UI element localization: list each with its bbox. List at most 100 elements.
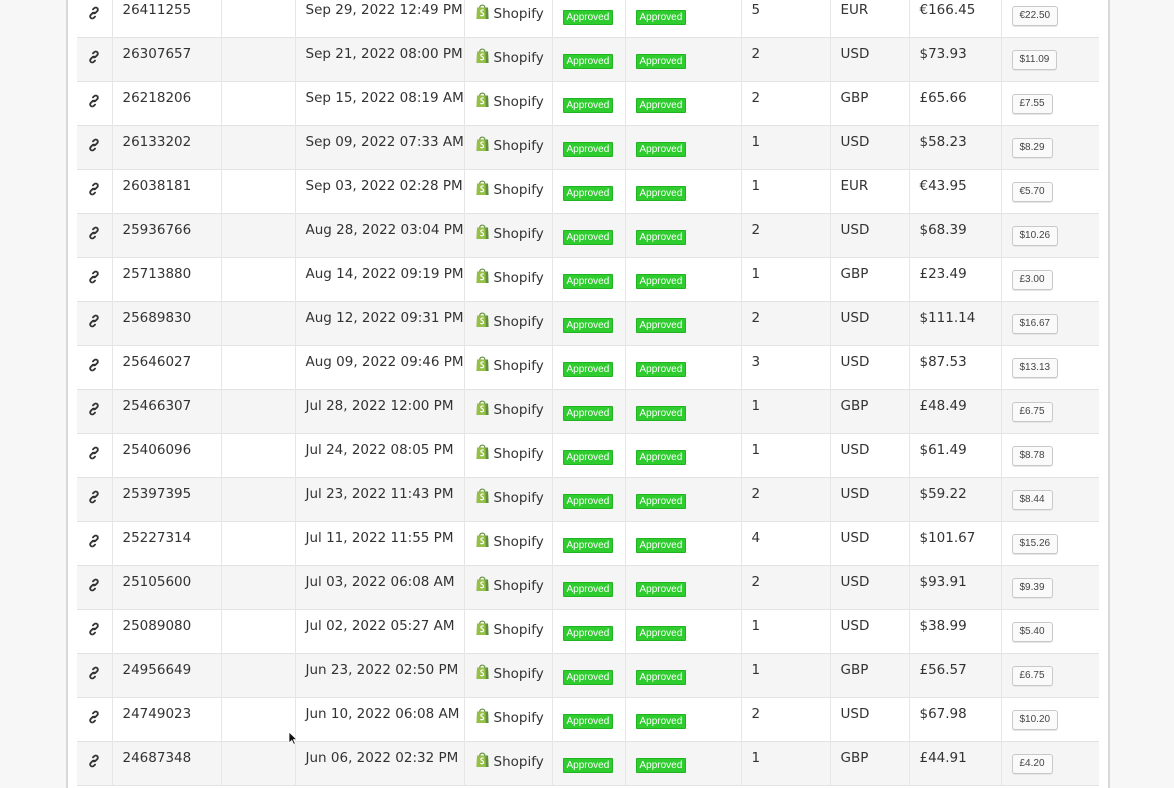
table-row[interactable]: 25689830 Aug 12, 2022 09:31 PM Shopify Appr…	[77, 301, 1099, 346]
shopify-bag-icon	[475, 487, 490, 509]
fee-button[interactable]: £4.20	[1011, 754, 1053, 774]
shopify-bag-icon	[475, 91, 490, 113]
status-badge: Approved	[635, 493, 687, 509]
table-row[interactable]: 24687348 Jun 06, 2022 02:32 PM Shopify Appr…	[77, 741, 1099, 786]
table-row[interactable]: 25466307 Jul 28, 2022 12:00 PM Shopify Appr…	[77, 389, 1099, 434]
status-badge: Approved	[562, 537, 614, 553]
link-icon[interactable]	[87, 270, 101, 284]
platform: Shopify	[475, 443, 544, 465]
table-row[interactable]: 25646027 Aug 09, 2022 09:46 PM Shopify Appr…	[77, 345, 1099, 390]
fee-button[interactable]: $9.39	[1011, 578, 1053, 598]
fee-button[interactable]: €22.50	[1011, 6, 1059, 26]
fee-button[interactable]: $8.29	[1011, 138, 1053, 158]
status-badge: Approved	[635, 713, 687, 729]
table-row[interactable]: 26411255 Sep 29, 2022 12:49 PM Shopify Appr…	[77, 0, 1099, 38]
currency-code: GBP	[840, 749, 869, 766]
table-row[interactable]: 26133202 Sep 09, 2022 07:33 AM Shopify Appr…	[77, 125, 1099, 170]
fee-button[interactable]: $10.20	[1011, 710, 1059, 730]
status-badge: Approved	[562, 757, 614, 773]
link-icon[interactable]	[87, 710, 101, 724]
order-total: $87.53	[919, 353, 967, 370]
link-icon[interactable]	[87, 182, 101, 196]
table-row[interactable]: 25406096 Jul 24, 2022 08:05 PM Shopify Appr…	[77, 433, 1099, 478]
status-badge: Approved	[635, 449, 687, 465]
table-row[interactable]: 25089080 Jul 02, 2022 05:27 AM Shopify Appr…	[77, 609, 1099, 654]
fee-button[interactable]: $16.67	[1011, 314, 1059, 334]
currency-code: USD	[840, 133, 870, 150]
order-id: 25397395	[122, 485, 192, 502]
link-icon[interactable]	[87, 138, 101, 152]
fee-button[interactable]: $13.13	[1011, 358, 1059, 378]
empty-cell	[221, 609, 296, 654]
platform-label: Shopify	[493, 445, 544, 462]
link-icon[interactable]	[87, 534, 101, 548]
table-row[interactable]: 24749023 Jun 10, 2022 06:08 AM Shopify Appr…	[77, 697, 1099, 742]
shopify-bag-icon	[475, 47, 490, 69]
platform: Shopify	[475, 531, 544, 553]
table-row[interactable]: 26218206 Sep 15, 2022 08:19 AM Shopify Appr…	[77, 81, 1099, 126]
fee-button[interactable]: $8.44	[1011, 490, 1053, 510]
table-row[interactable]: 25105600 Jul 03, 2022 06:08 AM Shopify Appr…	[77, 565, 1099, 610]
platform: Shopify	[475, 135, 544, 157]
status-badge: Approved	[635, 53, 687, 69]
link-icon[interactable]	[87, 94, 101, 108]
status-badge: Approved	[635, 229, 687, 245]
status-badge: Approved	[562, 669, 614, 685]
fee-button[interactable]: $10.26	[1011, 226, 1059, 246]
fee-button[interactable]: £6.75	[1011, 666, 1053, 686]
link-icon[interactable]	[87, 402, 101, 416]
status-badge: Approved	[635, 361, 687, 377]
shopify-bag-icon	[475, 223, 490, 245]
table-row[interactable]: 26038181 Sep 03, 2022 02:28 PM Shopify Appr…	[77, 169, 1099, 214]
order-date: Jul 24, 2022 08:05 PM	[305, 441, 454, 458]
table-row[interactable]: 25936766 Aug 28, 2022 03:04 PM Shopify Appr…	[77, 213, 1099, 258]
currency-code: EUR	[840, 177, 869, 194]
link-icon[interactable]	[87, 50, 101, 64]
fee-button[interactable]: £3.00	[1011, 270, 1053, 290]
shopify-bag-icon	[475, 135, 490, 157]
link-icon[interactable]	[87, 6, 101, 20]
currency-code: USD	[840, 529, 870, 546]
fee-button[interactable]: $11.09	[1011, 50, 1058, 70]
fee-button[interactable]: €5.70	[1011, 182, 1053, 202]
table-row[interactable]: 25713880 Aug 14, 2022 09:19 PM Shopify Appr…	[77, 257, 1099, 302]
link-icon[interactable]	[87, 578, 101, 592]
fee-button[interactable]: $15.26	[1011, 534, 1059, 554]
link-icon[interactable]	[87, 754, 101, 768]
link-icon[interactable]	[87, 446, 101, 460]
currency-code: USD	[840, 45, 870, 62]
link-icon[interactable]	[87, 622, 101, 636]
order-total: £56.57	[919, 661, 967, 678]
order-total: £48.49	[919, 397, 967, 414]
fee-button[interactable]: $5.40	[1011, 622, 1053, 642]
status-badge: Approved	[562, 273, 614, 289]
order-total: $101.67	[919, 529, 976, 546]
order-id: 24956649	[122, 661, 192, 678]
link-icon[interactable]	[87, 314, 101, 328]
order-id: 26038181	[122, 177, 192, 194]
platform-label: Shopify	[493, 709, 544, 726]
status-badge: Approved	[562, 317, 614, 333]
status-badge: Approved	[562, 581, 614, 597]
link-icon[interactable]	[87, 666, 101, 680]
platform: Shopify	[475, 47, 544, 69]
fee-button[interactable]: $8.78	[1011, 446, 1053, 466]
table-row[interactable]: 24956649 Jun 23, 2022 02:50 PM Shopify Appr…	[77, 653, 1099, 698]
order-date: Sep 15, 2022 08:19 AM	[305, 89, 464, 106]
order-total: £65.66	[919, 89, 967, 106]
shopify-bag-icon	[475, 311, 490, 333]
table-row[interactable]: 25227314 Jul 11, 2022 11:55 PM Shopify Appr…	[77, 521, 1099, 566]
fee-button[interactable]: £7.55	[1011, 94, 1053, 114]
platform: Shopify	[475, 267, 544, 289]
status-badge: Approved	[562, 9, 614, 25]
link-icon[interactable]	[87, 490, 101, 504]
status-badge: Approved	[635, 405, 687, 421]
item-count: 2	[751, 485, 761, 502]
currency-code: USD	[840, 441, 870, 458]
link-icon[interactable]	[87, 358, 101, 372]
table-row[interactable]: 26307657 Sep 21, 2022 08:00 PM Shopify Appr…	[77, 37, 1099, 82]
table-row[interactable]: 25397395 Jul 23, 2022 11:43 PM Shopify Appr…	[77, 477, 1099, 522]
fee-button[interactable]: £6.75	[1011, 402, 1053, 422]
status-badge: Approved	[635, 185, 687, 201]
link-icon[interactable]	[87, 226, 101, 240]
